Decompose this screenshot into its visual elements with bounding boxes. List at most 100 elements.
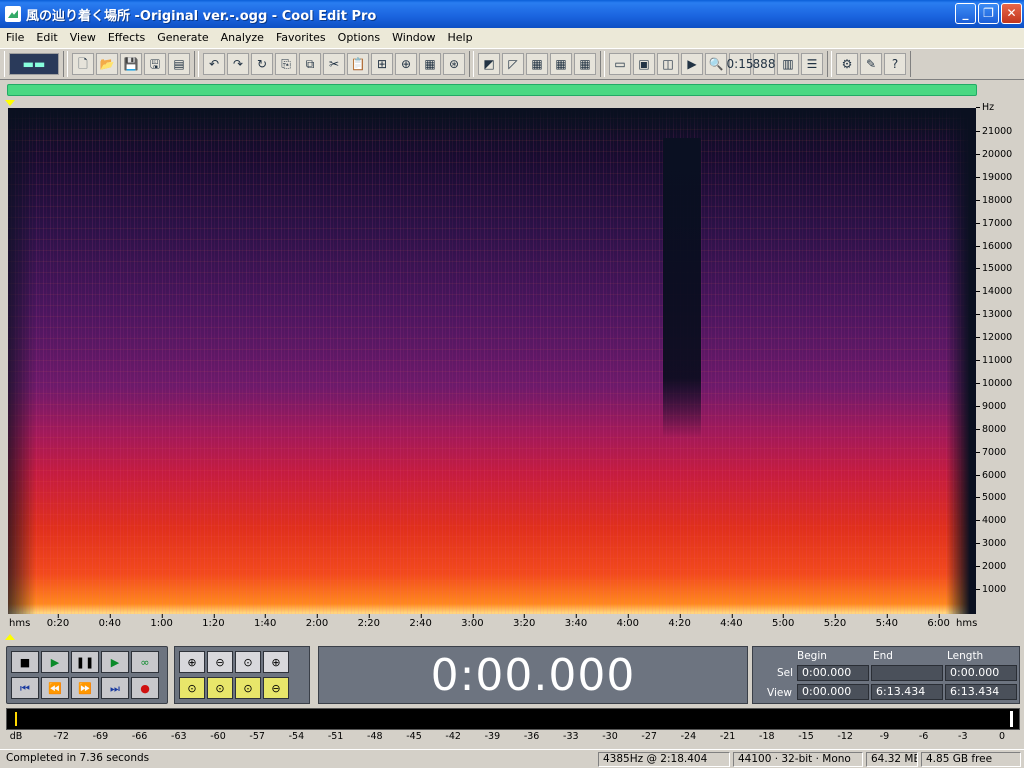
- open-icon[interactable]: 📂: [96, 53, 118, 75]
- toolbar-group-1: ▬▬: [4, 51, 64, 77]
- meter-tick-label: -42: [445, 731, 461, 742]
- waveform-view-icon[interactable]: ▭: [609, 53, 631, 75]
- meter-tick-label: -66: [131, 731, 148, 742]
- play-icon[interactable]: ▶: [41, 651, 69, 673]
- meter-tick-label: -63: [171, 731, 187, 742]
- menu-generate[interactable]: Generate: [151, 28, 214, 48]
- meter-tick-label: -51: [327, 731, 344, 742]
- paste-new-icon[interactable]: ⊞: [371, 53, 393, 75]
- spectral-view-icon[interactable]: ▣: [633, 53, 655, 75]
- fast-forward-icon[interactable]: ⏩: [71, 677, 99, 699]
- start-marker-bottom[interactable]: [5, 634, 15, 640]
- time-tick-label: 2:00: [305, 614, 329, 629]
- freq-tick-label: 15000: [975, 263, 1013, 275]
- zoom-left-icon[interactable]: ⊙: [179, 677, 205, 699]
- zoom-right-icon[interactable]: ⊙: [235, 677, 261, 699]
- menu-favorites[interactable]: Favorites: [270, 28, 332, 48]
- grid-icon-2[interactable]: ▦: [550, 53, 572, 75]
- save-icon[interactable]: 💾: [120, 53, 142, 75]
- zoom-out-icon[interactable]: ⊖: [207, 651, 233, 673]
- scripts-icon[interactable]: ✎: [860, 53, 882, 75]
- zoom-in-icon[interactable]: ⊕: [179, 651, 205, 673]
- time-tick-label: 1:40: [253, 614, 277, 629]
- menu-file[interactable]: File: [0, 28, 30, 48]
- toolbar-group-2: 🗋 📂 💾 🖫 ▤: [67, 51, 195, 77]
- play-view-icon[interactable]: ▶: [681, 53, 703, 75]
- menu-analyze[interactable]: Analyze: [215, 28, 270, 48]
- stop-icon[interactable]: ■: [11, 651, 39, 673]
- sel-begin-field[interactable]: 0:00.000: [797, 665, 869, 681]
- menu-effects[interactable]: Effects: [102, 28, 151, 48]
- mix-paste-icon[interactable]: ⊕: [395, 53, 417, 75]
- time-tick-label: 5:20: [823, 614, 847, 629]
- length-header: Length: [947, 650, 984, 662]
- menu-window[interactable]: Window: [386, 28, 441, 48]
- zoom-vertical-in-icon[interactable]: ⊕: [263, 651, 289, 673]
- copy-new-icon[interactable]: ⧉: [299, 53, 321, 75]
- view-length-field[interactable]: 6:13.434: [945, 684, 1017, 700]
- repeat-icon[interactable]: ↻: [251, 53, 273, 75]
- freq-tick-label: 6000: [975, 469, 1007, 481]
- help-icon[interactable]: ?: [884, 53, 906, 75]
- meter-tick-label: -54: [288, 731, 305, 742]
- play-to-end-icon[interactable]: ▶: [101, 651, 129, 673]
- minimize-button[interactable]: _: [955, 3, 976, 24]
- record-icon[interactable]: ●: [131, 677, 159, 699]
- meter-end-marker: [1010, 711, 1013, 727]
- redo-icon[interactable]: ↷: [227, 53, 249, 75]
- samples-icon[interactable]: 888: [753, 53, 775, 75]
- undo-icon[interactable]: ↶: [203, 53, 225, 75]
- trim-icon[interactable]: ▦: [419, 53, 441, 75]
- start-marker-top[interactable]: [5, 100, 15, 106]
- sel-label: Sel: [777, 667, 794, 679]
- loop-icon[interactable]: ∞: [131, 651, 159, 673]
- grid-icon-3[interactable]: ▦: [574, 53, 596, 75]
- grid-icon-1[interactable]: ▦: [526, 53, 548, 75]
- rewind-icon[interactable]: ⏪: [41, 677, 69, 699]
- menu-options[interactable]: Options: [332, 28, 386, 48]
- pause-icon[interactable]: ❚❚: [71, 651, 99, 673]
- close-button[interactable]: ✕: [1001, 3, 1022, 24]
- paste-special-icon[interactable]: ⊛: [443, 53, 465, 75]
- pan-view-icon[interactable]: ◫: [657, 53, 679, 75]
- time-tick-label: 6:00: [927, 614, 950, 629]
- paste-icon[interactable]: 📋: [347, 53, 369, 75]
- sel-length-field[interactable]: 0:00.000: [945, 665, 1017, 681]
- spectrogram-display[interactable]: [8, 108, 976, 614]
- meter-tick-label: -18: [759, 731, 775, 742]
- app-icon[interactable]: [5, 6, 21, 22]
- time-readout: 0:00.000: [430, 649, 636, 701]
- go-to-start-icon[interactable]: ⏮: [11, 677, 39, 699]
- fade-icon[interactable]: ◸: [502, 53, 524, 75]
- view-end-field[interactable]: 6:13.434: [871, 684, 943, 700]
- go-to-end-icon[interactable]: ⏭: [101, 677, 129, 699]
- transport-panel: ■ ▶ ❚❚ ▶ ∞ ⏮ ⏪ ⏩ ⏭ ●: [6, 646, 168, 704]
- freq-tick-label: 8000: [975, 423, 1007, 435]
- overview-bar[interactable]: [7, 84, 977, 96]
- zoom-view-icon[interactable]: 🔍: [705, 53, 727, 75]
- new-icon[interactable]: 🗋: [72, 53, 94, 75]
- multitrack-toggle-icon[interactable]: ▬▬: [9, 53, 59, 75]
- begin-header: Begin: [797, 650, 827, 662]
- restore-button[interactable]: ❐: [978, 3, 999, 24]
- zoom-selection-icon[interactable]: ⊙: [207, 677, 233, 699]
- menu-edit[interactable]: Edit: [30, 28, 63, 48]
- info-icon[interactable]: ☰: [801, 53, 823, 75]
- menu-help[interactable]: Help: [442, 28, 479, 48]
- time-format-icon[interactable]: 0:15: [727, 53, 753, 75]
- zoom-full-icon[interactable]: ⊙: [235, 651, 261, 673]
- levels-icon[interactable]: ▥: [777, 53, 799, 75]
- menu-view[interactable]: View: [64, 28, 102, 48]
- normalize-icon[interactable]: ◩: [478, 53, 500, 75]
- time-tick-label: 1:00: [150, 614, 173, 629]
- zoom-vertical-out-icon[interactable]: ⊖: [263, 677, 289, 699]
- frequency-axis: Hz 21000 20000 19000 18000 17000 16000 15000 14…: [975, 102, 1016, 614]
- save-as-icon[interactable]: 🖫: [144, 53, 166, 75]
- sel-end-field[interactable]: [871, 665, 943, 681]
- copy-icon[interactable]: ⎘: [275, 53, 297, 75]
- settings-icon[interactable]: ⚙: [836, 53, 858, 75]
- freq-tick-label: 16000: [975, 240, 1013, 252]
- view-begin-field[interactable]: 0:00.000: [797, 684, 869, 700]
- close-file-icon[interactable]: ▤: [168, 53, 190, 75]
- cut-icon[interactable]: ✂: [323, 53, 345, 75]
